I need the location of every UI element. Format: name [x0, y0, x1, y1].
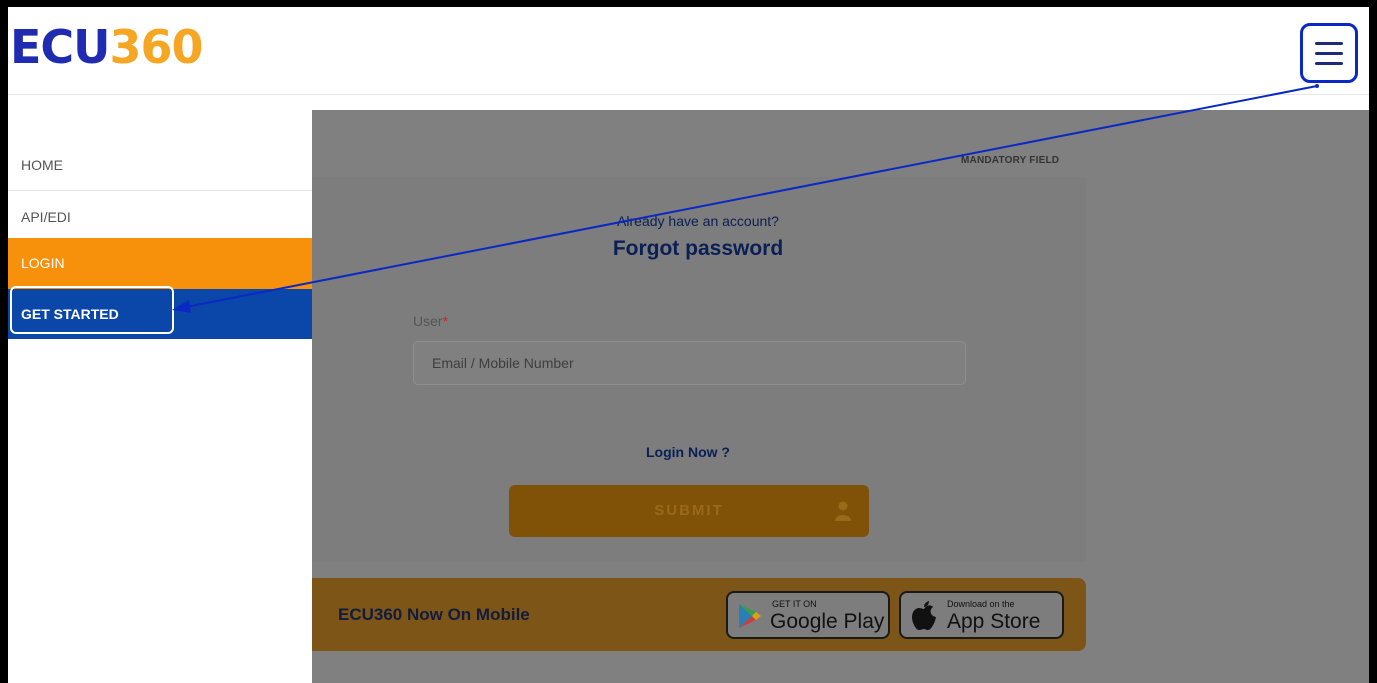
hamburger-icon-line	[1315, 62, 1343, 65]
sidebar-item-label: LOGIN	[21, 255, 65, 271]
hamburger-icon	[1315, 42, 1343, 45]
sidebar-item-api-edi[interactable]: API/EDI	[8, 192, 312, 243]
required-marker: *	[442, 313, 449, 329]
sidebar-item-home[interactable]: HOME	[8, 140, 312, 191]
submit-button[interactable]: SUBMIT	[509, 485, 869, 537]
google-play-small-text: GET IT ON	[772, 599, 817, 609]
page: ECU360 MANDATORY FIELD Already have an a…	[8, 7, 1369, 683]
login-now-link[interactable]: Login Now ?	[568, 444, 808, 460]
apple-icon	[912, 601, 936, 630]
app-store-small-text: Download on the	[947, 599, 1015, 609]
mandatory-field-note: MANDATORY FIELD	[961, 155, 1060, 166]
user-input[interactable]	[413, 341, 966, 385]
sidebar-item-label: GET STARTED	[21, 306, 119, 322]
app-store-big-text: App Store	[947, 610, 1041, 633]
sidebar-item-label: API/EDI	[21, 209, 71, 225]
google-play-icon	[739, 604, 761, 628]
ecu360-logo[interactable]: ECU360	[10, 21, 250, 71]
google-play-big-text: Google Play	[770, 610, 885, 633]
page-title: Forgot password	[612, 237, 784, 260]
user-label-text: User	[413, 313, 443, 329]
google-play-badge[interactable]: GET IT ON Google Play	[726, 591, 890, 639]
banner-text: ECU360 Now On Mobile	[338, 605, 530, 624]
sidebar-item-login[interactable]: LOGIN	[8, 238, 312, 289]
mobile-app-banner: ECU360 Now On Mobile GET IT ON Google Pl…	[310, 578, 1086, 651]
user-icon	[835, 501, 851, 521]
sidebar-menu: HOME API/EDI LOGIN GET STARTED	[8, 110, 312, 683]
sidebar-item-get-started[interactable]: GET STARTED	[8, 289, 312, 339]
hamburger-icon-line	[1315, 52, 1343, 55]
site-header: ECU360	[8, 7, 1369, 95]
already-have-account-link[interactable]: Already have an account?	[508, 213, 888, 229]
app-store-badge[interactable]: Download on the App Store	[899, 591, 1064, 639]
submit-button-label: SUBMIT	[654, 502, 724, 519]
svg-text:ECU360: ECU360	[10, 21, 203, 71]
user-field-label: User*	[413, 313, 448, 329]
hamburger-menu-button[interactable]	[1300, 23, 1358, 83]
sidebar-item-label: HOME	[21, 157, 63, 173]
